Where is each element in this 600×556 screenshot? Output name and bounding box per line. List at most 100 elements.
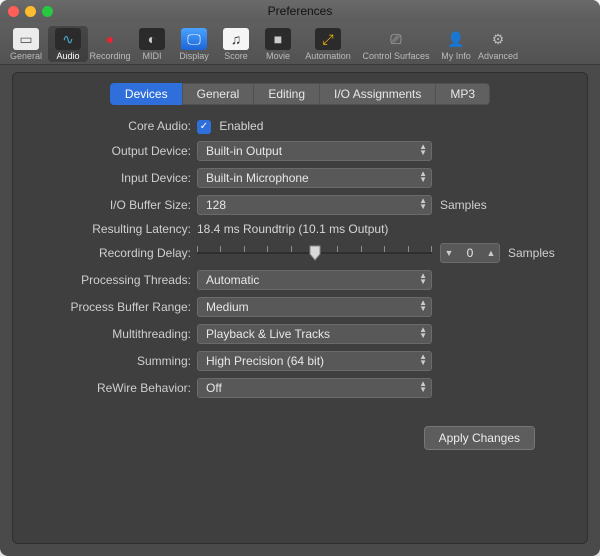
midi-icon: ◐: [139, 28, 165, 50]
label-processing-threads: Processing Threads:: [25, 273, 197, 287]
window-title: Preferences: [0, 4, 600, 18]
process-buffer-select[interactable]: Medium ▲▼: [197, 297, 432, 317]
row-rewire: ReWire Behavior: Off ▲▼: [25, 378, 575, 398]
label-summing: Summing:: [25, 354, 197, 368]
my-info-icon: 👤: [443, 28, 469, 50]
chevron-updown-icon: ▲▼: [419, 327, 427, 339]
toolbar-item-movie[interactable]: ■Movie: [258, 26, 298, 62]
recording-delay-stepper[interactable]: ▼ 0 ▲: [440, 243, 500, 263]
toolbar-item-automation[interactable]: ⤢Automation: [300, 26, 356, 62]
row-io-buffer: I/O Buffer Size: 128 ▲▼ Samples: [25, 195, 575, 215]
toolbar-item-display[interactable]: 🖵Display: [174, 26, 214, 62]
io-buffer-select[interactable]: 128 ▲▼: [197, 195, 432, 215]
tab-devices[interactable]: Devices: [110, 83, 183, 105]
form: Core Audio: ✓ Enabled Output Device: Bui…: [25, 119, 575, 398]
chevron-updown-icon: ▲▼: [419, 171, 427, 183]
tab-general[interactable]: General: [182, 83, 255, 105]
row-multithreading: Multithreading: Playback & Live Tracks ▲…: [25, 324, 575, 344]
io-buffer-suffix: Samples: [440, 198, 487, 212]
toolbar-item-label: My Info: [441, 51, 471, 61]
summing-value: High Precision (64 bit): [206, 354, 324, 368]
tab-mp3[interactable]: MP3: [435, 83, 490, 105]
toolbar: ▭General∿Audio●Recording◐MIDI🖵Display♫Sc…: [0, 22, 600, 65]
row-summing: Summing: High Precision (64 bit) ▲▼: [25, 351, 575, 371]
row-resulting-latency: Resulting Latency: 18.4 ms Roundtrip (10…: [25, 222, 575, 236]
core-audio-checkbox-label: Enabled: [219, 119, 263, 133]
processing-threads-select[interactable]: Automatic ▲▼: [197, 270, 432, 290]
advanced-icon: ⚙: [485, 28, 511, 50]
input-device-select[interactable]: Built-in Microphone ▲▼: [197, 168, 432, 188]
toolbar-item-general[interactable]: ▭General: [6, 26, 46, 62]
toolbar-item-label: Control Surfaces: [362, 51, 429, 61]
resulting-latency-value: 18.4 ms Roundtrip (10.1 ms Output): [197, 222, 388, 236]
toolbar-item-midi[interactable]: ◐MIDI: [132, 26, 172, 62]
toolbar-item-label: Movie: [266, 51, 290, 61]
chevron-updown-icon: ▲▼: [419, 354, 427, 366]
toolbar-item-label: MIDI: [143, 51, 162, 61]
toolbar-item-label: Automation: [305, 51, 351, 61]
processing-threads-value: Automatic: [206, 273, 259, 287]
toolbar-item-label: General: [10, 51, 42, 61]
display-icon: 🖵: [181, 28, 207, 50]
recording-delay-value: 0: [457, 246, 483, 260]
apply-changes-button[interactable]: Apply Changes: [424, 426, 535, 450]
chevron-updown-icon: ▲▼: [419, 273, 427, 285]
row-recording-delay: Recording Delay: ▼ 0: [25, 243, 575, 263]
toolbar-item-label: Advanced: [478, 51, 518, 61]
multithreading-select[interactable]: Playback & Live Tracks ▲▼: [197, 324, 432, 344]
recording-icon: ●: [97, 28, 123, 50]
rewire-select[interactable]: Off ▲▼: [197, 378, 432, 398]
summing-select[interactable]: High Precision (64 bit) ▲▼: [197, 351, 432, 371]
io-buffer-value: 128: [206, 198, 226, 212]
toolbar-item-my-info[interactable]: 👤My Info: [436, 26, 476, 62]
row-input-device: Input Device: Built-in Microphone ▲▼: [25, 168, 575, 188]
toolbar-item-label: Score: [224, 51, 248, 61]
automation-icon: ⤢: [315, 28, 341, 50]
label-process-buffer: Process Buffer Range:: [25, 300, 197, 314]
row-core-audio: Core Audio: ✓ Enabled: [25, 119, 575, 134]
chevron-updown-icon: ▲▼: [419, 198, 427, 210]
toolbar-item-label: Display: [179, 51, 209, 61]
process-buffer-value: Medium: [206, 300, 249, 314]
toolbar-item-audio[interactable]: ∿Audio: [48, 26, 88, 62]
recording-delay-slider[interactable]: [197, 243, 432, 263]
label-recording-delay: Recording Delay:: [25, 246, 197, 260]
label-output-device: Output Device:: [25, 144, 197, 158]
label-core-audio: Core Audio:: [25, 119, 197, 133]
chevron-updown-icon: ▲▼: [419, 300, 427, 312]
label-multithreading: Multithreading:: [25, 327, 197, 341]
score-icon: ♫: [223, 28, 249, 50]
toolbar-item-label: Recording: [89, 51, 130, 61]
label-input-device: Input Device:: [25, 171, 197, 185]
output-device-select[interactable]: Built-in Output ▲▼: [197, 141, 432, 161]
chevron-updown-icon: ▲▼: [419, 381, 427, 393]
tab-i-o-assignments[interactable]: I/O Assignments: [319, 83, 436, 105]
chevron-updown-icon: ▲▼: [419, 144, 427, 156]
content-panel: DevicesGeneralEditingI/O AssignmentsMP3 …: [12, 72, 588, 544]
toolbar-item-score[interactable]: ♫Score: [216, 26, 256, 62]
label-rewire: ReWire Behavior:: [25, 381, 197, 395]
apply-row: Apply Changes: [25, 426, 575, 450]
general-icon: ▭: [13, 28, 39, 50]
field-core-audio: ✓ Enabled: [197, 119, 263, 134]
output-device-value: Built-in Output: [206, 144, 282, 158]
rewire-value: Off: [206, 381, 222, 395]
toolbar-item-control-surfaces[interactable]: ⎚Control Surfaces: [358, 26, 434, 62]
toolbar-item-label: Audio: [56, 51, 79, 61]
tab-editing[interactable]: Editing: [253, 83, 320, 105]
audio-icon: ∿: [55, 28, 81, 50]
titlebar: Preferences: [0, 0, 600, 22]
preferences-window: Preferences ▭General∿Audio●Recording◐MID…: [0, 0, 600, 556]
movie-icon: ■: [265, 28, 291, 50]
multithreading-value: Playback & Live Tracks: [206, 327, 330, 341]
stepper-up-icon[interactable]: ▲: [483, 248, 499, 258]
recording-delay-suffix: Samples: [508, 246, 555, 260]
slider-knob[interactable]: [309, 245, 321, 261]
toolbar-item-recording[interactable]: ●Recording: [90, 26, 130, 62]
core-audio-checkbox[interactable]: ✓: [197, 120, 211, 134]
label-io-buffer: I/O Buffer Size:: [25, 198, 197, 212]
stepper-down-icon[interactable]: ▼: [441, 248, 457, 258]
label-resulting-latency: Resulting Latency:: [25, 222, 197, 236]
tab-bar: DevicesGeneralEditingI/O AssignmentsMP3: [25, 83, 575, 105]
toolbar-item-advanced[interactable]: ⚙Advanced: [478, 26, 518, 62]
